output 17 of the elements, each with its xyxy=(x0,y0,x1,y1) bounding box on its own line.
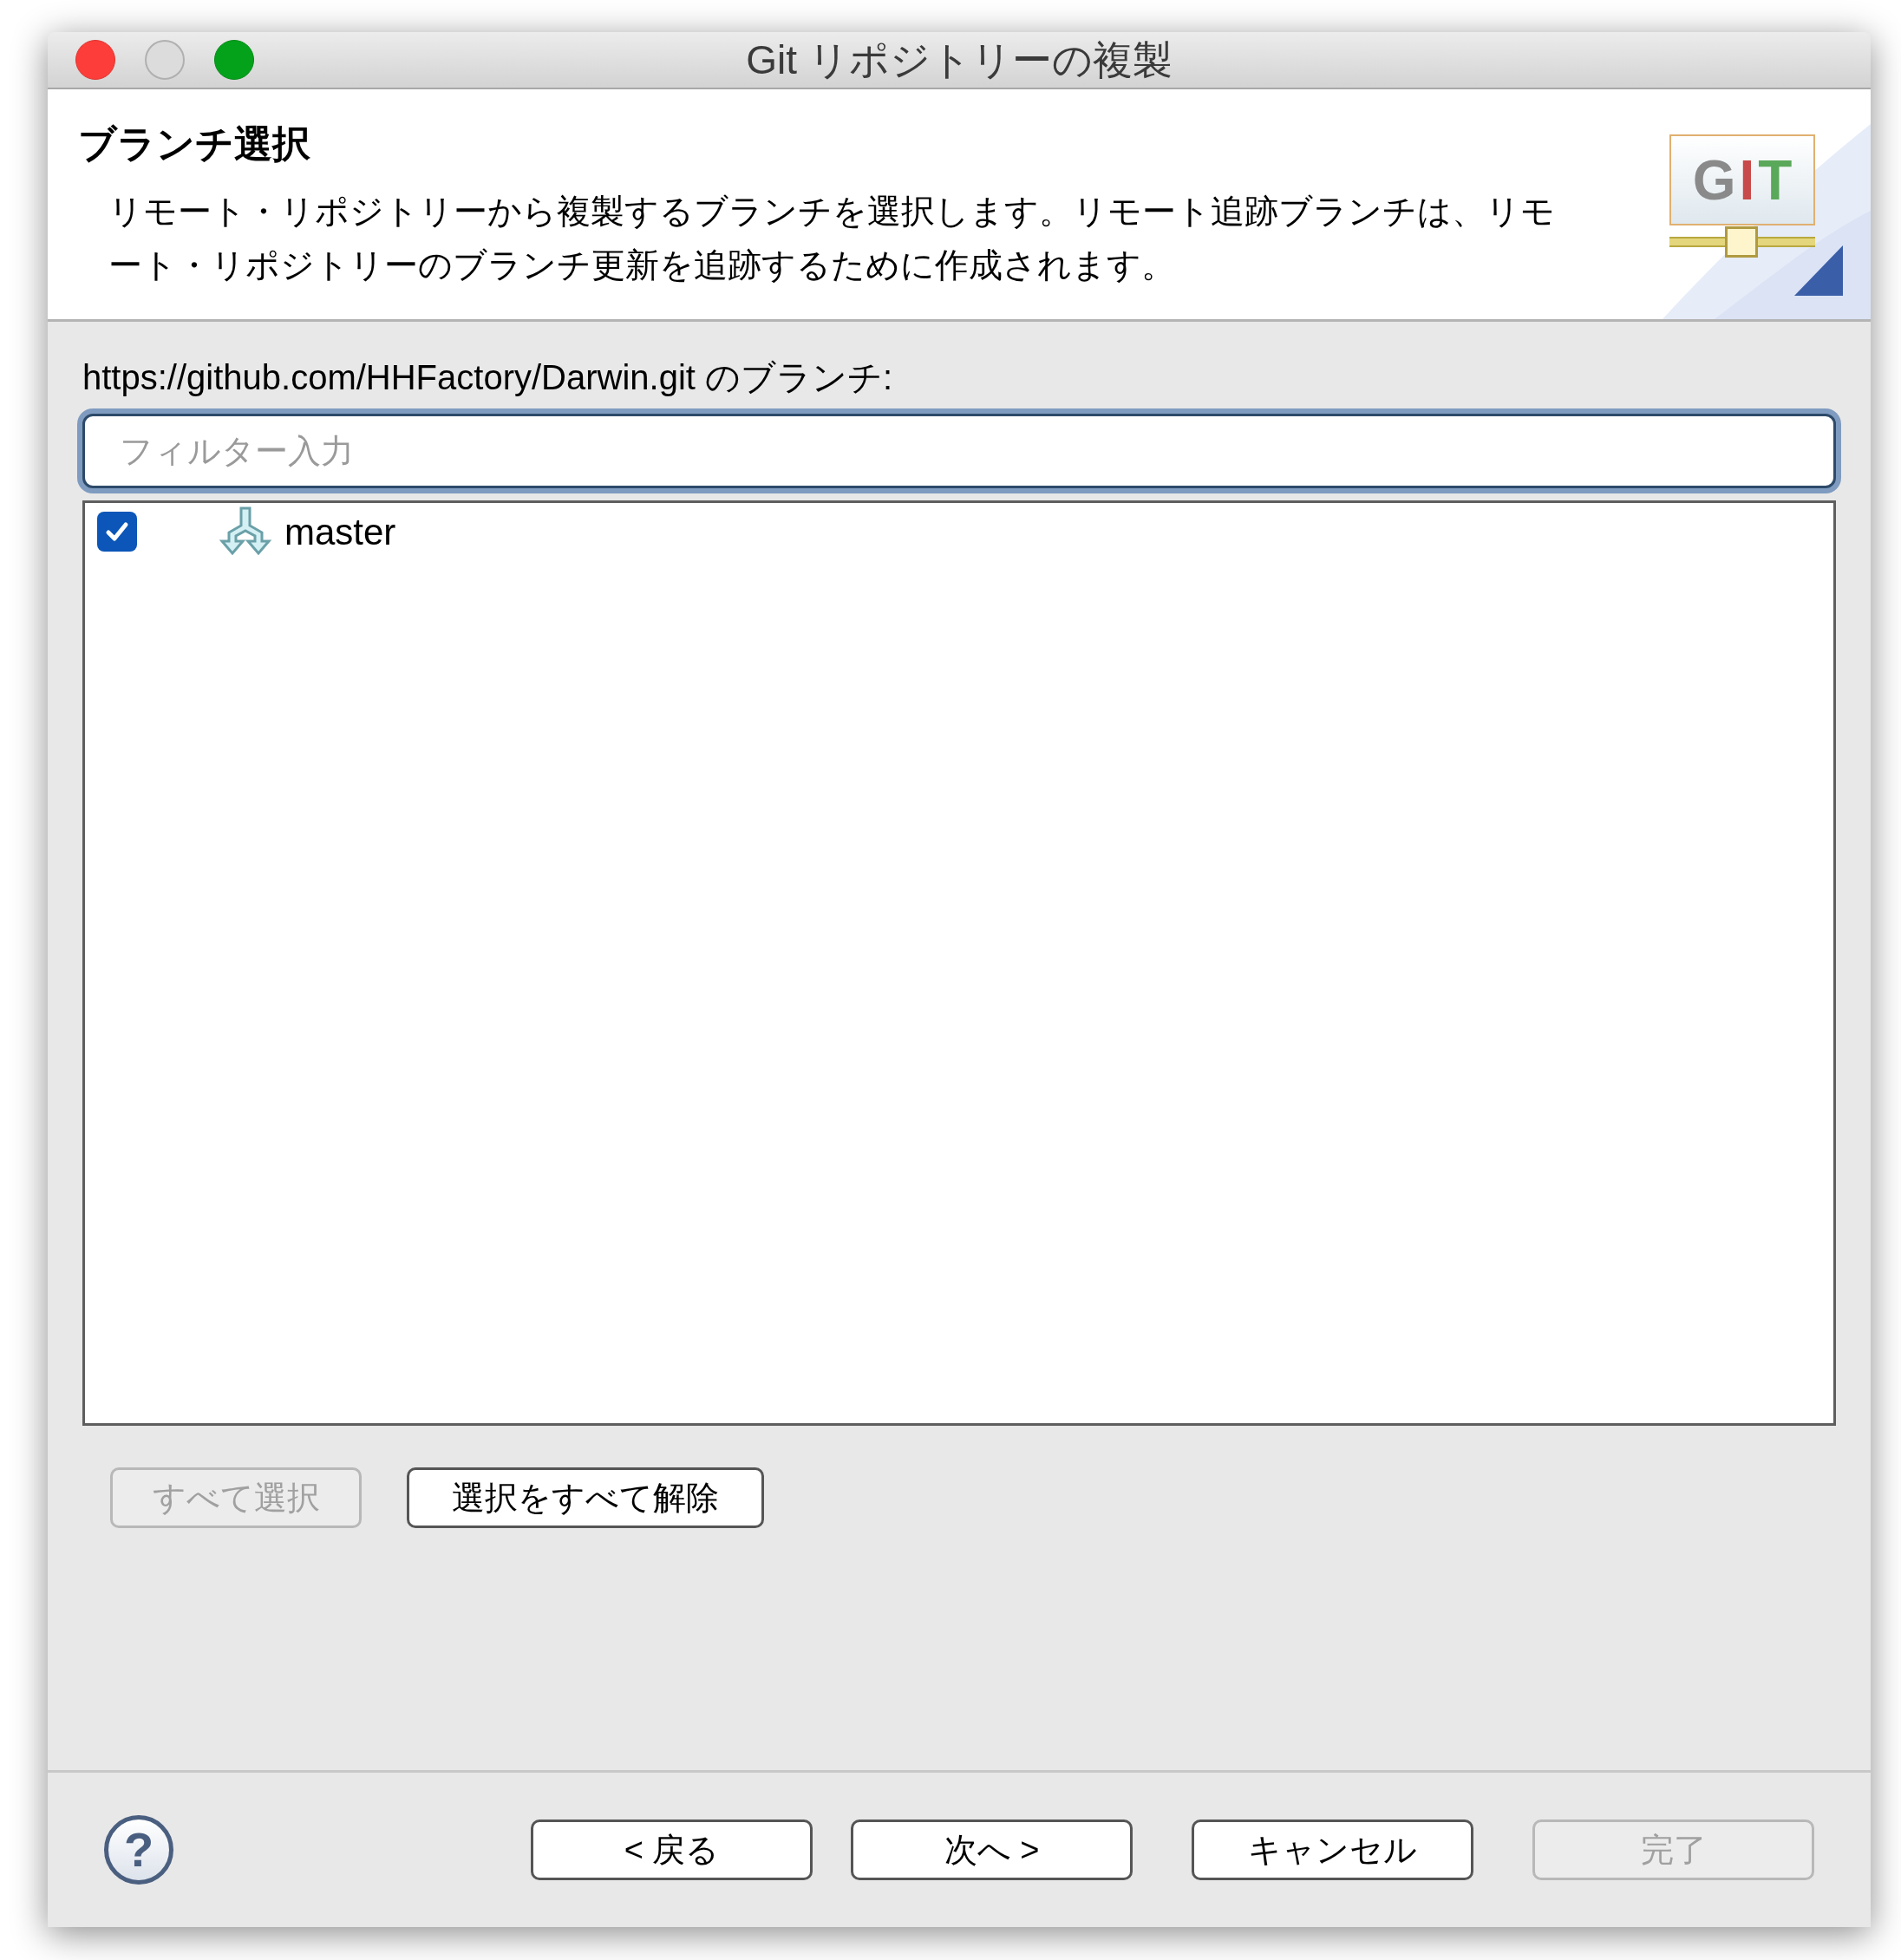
branch-checkbox[interactable] xyxy=(97,512,137,552)
dialog-button[interactable]: < 戻る xyxy=(531,1820,813,1880)
dialog-button[interactable]: 次へ > xyxy=(851,1820,1133,1880)
page-title: ブランチ選択 xyxy=(78,121,311,167)
branch-icon xyxy=(219,506,272,557)
dialog-button[interactable]: 選択をすべて解除 xyxy=(407,1467,764,1528)
window-title: Git リポジトリーの複製 xyxy=(746,36,1173,84)
page-description: リモート・リポジトリーから複製するブランチを選択します。リモート追跡ブランチは、リモート・リポジトリーのブランチ更新を追跡するために作成されます。 xyxy=(108,192,1556,285)
close-icon[interactable] xyxy=(75,40,115,80)
corner-triangle-icon xyxy=(1794,245,1843,296)
zoom-icon[interactable] xyxy=(214,40,254,80)
branch-name: master xyxy=(284,510,396,554)
help-button[interactable]: ? xyxy=(104,1815,173,1885)
dialog-button[interactable]: キャンセル xyxy=(1192,1820,1473,1880)
minimize-icon[interactable] xyxy=(145,40,185,80)
branches-label: https://github.com/HHFactory/Darwin.git のブランチ: xyxy=(82,357,894,398)
filter-field[interactable]: フィルター入力 xyxy=(82,414,1836,488)
